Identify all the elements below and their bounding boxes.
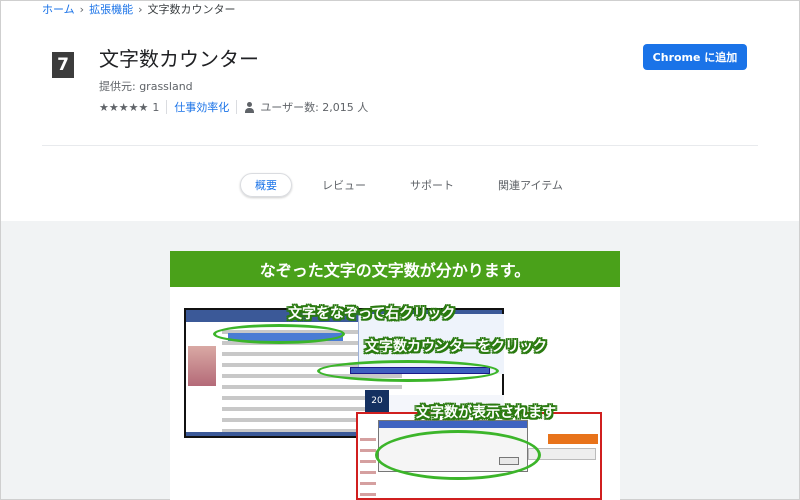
- category-link[interactable]: 仕事効率化: [174, 99, 229, 115]
- breadcrumb-home[interactable]: ホーム: [42, 1, 75, 17]
- detail-tabs: 概要 レビュー サポート 関連アイテム: [240, 173, 593, 197]
- screenshot-result-text: [360, 438, 376, 500]
- meta-divider: [236, 100, 238, 114]
- highlight-ellipse: [213, 324, 345, 344]
- callout-step1: 文字をなぞって右クリック: [288, 306, 456, 322]
- screenshot-years-badge: 20: [365, 390, 389, 412]
- screenshot-image[interactable]: なぞった文字の文字数が分かります。 20 文字をなぞって右クリック 文字数カウン…: [170, 251, 620, 500]
- breadcrumb: ホーム › 拡張機能 › 文字数カウンター: [42, 1, 235, 17]
- breadcrumb-extensions[interactable]: 拡張機能: [89, 1, 133, 17]
- breadcrumb-current: 文字数カウンター: [147, 3, 236, 16]
- user-icon: [244, 101, 255, 113]
- breadcrumb-separator: ›: [138, 2, 143, 16]
- rating-stars-icon[interactable]: ★★★★★: [99, 101, 148, 114]
- screenshot-photo: [188, 346, 216, 386]
- extension-meta: ★★★★★ 1 仕事効率化 ユーザー数: 2,015 人: [99, 99, 368, 115]
- add-to-chrome-button[interactable]: Chrome に追加: [643, 44, 747, 70]
- screenshot-header: なぞった文字の文字数が分かります。: [170, 251, 620, 287]
- rating-count[interactable]: 1: [152, 101, 159, 114]
- breadcrumb-separator: ›: [79, 2, 85, 16]
- extension-logo-icon: 7: [52, 52, 74, 78]
- callout-step2: 文字数カウンターをクリック: [365, 339, 547, 355]
- screenshot-dialog-titlebar: [379, 421, 527, 428]
- header-divider: [42, 145, 758, 146]
- meta-divider: [166, 100, 168, 114]
- screenshot-orange-button: [548, 434, 598, 444]
- callout-step3: 文字数が表示されます: [416, 405, 556, 421]
- highlight-ellipse: [317, 360, 499, 382]
- tab-reviews[interactable]: レビュー: [308, 173, 380, 197]
- highlight-ellipse: [375, 430, 541, 480]
- user-count: ユーザー数: 2,015 人: [260, 101, 369, 114]
- extension-provider: 提供元: grassland: [99, 80, 193, 93]
- extension-title: 文字数カウンター: [99, 47, 259, 71]
- tab-related[interactable]: 関連アイテム: [484, 173, 577, 197]
- tab-overview[interactable]: 概要: [240, 173, 292, 197]
- tab-support[interactable]: サポート: [396, 173, 468, 197]
